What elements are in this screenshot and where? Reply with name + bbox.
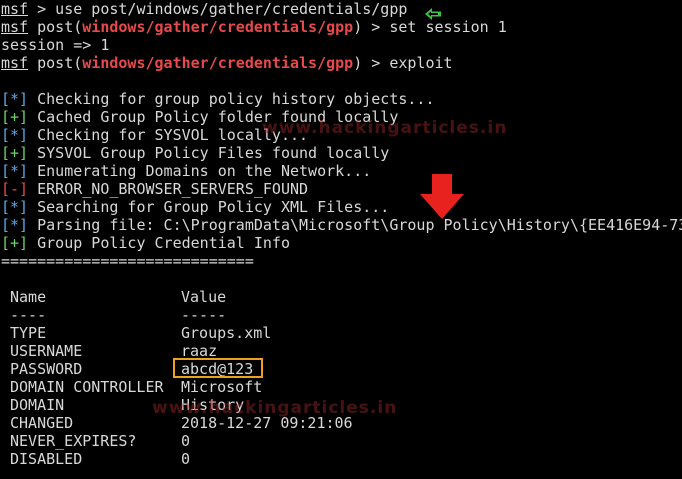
msf-prompt: msf [1, 18, 29, 36]
watermark-text: www.hackingarticles.in [152, 398, 398, 418]
post-prefix: post( [28, 18, 83, 36]
row-name-disabled: DISABLED [10, 450, 83, 468]
output-line: [*] Searching for Group Policy XML Files… [1, 198, 389, 216]
msf-prompt: msf [1, 54, 29, 72]
row-name-domain: DOMAIN [10, 396, 65, 414]
table-underline-name: ---- [10, 306, 47, 324]
table-underline-value: ----- [181, 306, 227, 324]
command-line-exploit: msf post(windows/gather/credentials/gpp)… [1, 54, 453, 72]
info-tag: [*] [1, 126, 29, 144]
table-header-name: Name [10, 288, 47, 306]
msf-prompt: msf [1, 0, 29, 18]
output-line: [*] Checking for group policy history ob… [1, 90, 434, 108]
output-line: [+] SYSVOL Group Policy Files found loca… [1, 144, 389, 162]
post-suffix: ) > [353, 54, 390, 72]
table-header-value: Value [181, 288, 227, 306]
red-down-arrow-icon [420, 174, 464, 219]
info-tag: [*] [1, 198, 29, 216]
success-tag: [+] [1, 144, 29, 162]
success-tag: [+] [1, 108, 29, 126]
output-line: [*] Parsing file: C:\ProgramData\Microso… [1, 216, 682, 234]
info-tag: [*] [1, 216, 29, 234]
output-text: Checking for group policy history object… [28, 90, 435, 108]
output-line: [+] Group Policy Credential Info [1, 234, 290, 252]
row-value-disabled: 0 [181, 450, 191, 468]
module-path: windows/gather/credentials/gpp [82, 54, 354, 72]
separator-line: ============================ [1, 252, 254, 270]
row-name-type: TYPE [10, 324, 47, 342]
row-value-never-expires: 0 [181, 432, 191, 450]
row-name-username: USERNAME [10, 342, 83, 360]
output-text: Group Policy Credential Info [28, 234, 290, 252]
row-value-domain-controller: Microsoft [181, 378, 263, 396]
output-text: Enumerating Domains on the Network... [28, 162, 372, 180]
post-prefix: post( [28, 54, 83, 72]
output-text: Searching for Group Policy XML Files... [28, 198, 390, 216]
use-command-text: > use post/windows/gather/credentials/gp… [28, 0, 408, 18]
error-tag: [-] [1, 180, 29, 198]
row-name-changed: CHANGED [10, 414, 74, 432]
password-highlight-box [173, 358, 263, 378]
output-text: Parsing file: C:\ProgramData\Microsoft\G… [28, 216, 682, 234]
post-suffix: ) > [353, 18, 390, 36]
row-value-type: Groups.xml [181, 324, 272, 342]
success-tag: [+] [1, 234, 29, 252]
info-tag: [*] [1, 90, 29, 108]
watermark-text: www.hackingarticles.in [262, 118, 508, 138]
output-text: ERROR_NO_BROWSER_SERVERS_FOUND [28, 180, 309, 198]
green-left-arrow-icon [425, 8, 441, 20]
output-text: SYSVOL Group Policy Files found locally [28, 144, 390, 162]
set-session-command: set session 1 [389, 18, 507, 36]
row-name-never-expires: NEVER_EXPIRES? [10, 432, 137, 450]
command-line-use: msf > use post/windows/gather/credential… [1, 0, 407, 18]
row-name-password: PASSWORD [10, 360, 83, 378]
session-output: session => 1 [1, 36, 110, 54]
exploit-command: exploit [389, 54, 453, 72]
output-line: [-] ERROR_NO_BROWSER_SERVERS_FOUND [1, 180, 308, 198]
module-path: windows/gather/credentials/gpp [82, 18, 354, 36]
info-tag: [*] [1, 162, 29, 180]
output-line: [*] Enumerating Domains on the Network..… [1, 162, 371, 180]
row-name-domain-controller: DOMAIN CONTROLLER [10, 378, 164, 396]
